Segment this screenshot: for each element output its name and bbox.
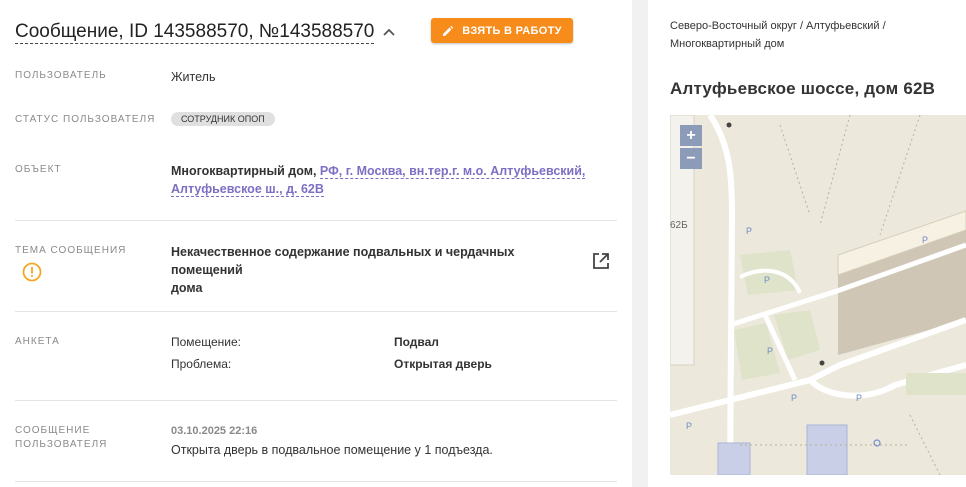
take-to-work-label: ВЗЯТЬ В РАБОТУ bbox=[462, 24, 562, 37]
zoom-out-button[interactable]: − bbox=[680, 148, 702, 169]
survey-value: Подвал bbox=[394, 335, 439, 349]
parking-icon: P bbox=[686, 421, 692, 431]
parking-icon: P bbox=[746, 226, 752, 236]
message-text: Открыта дверь в подвальное помещение у 1… bbox=[171, 443, 493, 457]
object-label: ОБЪЕКТ bbox=[15, 164, 62, 175]
status-badge: СОТРУДНИК ОПОП bbox=[171, 112, 275, 126]
topic-line2: дома bbox=[171, 281, 203, 295]
topic-value: Некачественное содержание подвальных и ч… bbox=[171, 243, 581, 297]
map-canvas[interactable]: P P P P P P P 62Б bbox=[670, 115, 966, 475]
take-to-work-button[interactable]: ВЗЯТЬ В РАБОТУ bbox=[431, 18, 573, 43]
parking-icon: P bbox=[922, 235, 928, 245]
object-side-panel: Северо-Восточный округ / Алтуфьевский / … bbox=[648, 0, 966, 487]
user-value: Житель bbox=[171, 70, 216, 84]
breadcrumb: Северо-Восточный округ / Алтуфьевский / … bbox=[670, 17, 950, 53]
user-label: ПОЛЬЗОВАТЕЛЬ bbox=[15, 70, 107, 81]
message-label-line2: ПОЛЬЗОВАТЕЛЯ bbox=[15, 439, 108, 450]
topic-label: ТЕМА СООБЩЕНИЯ bbox=[15, 245, 127, 256]
separator bbox=[15, 400, 617, 401]
message-panel: Сообщение, ID 143588570, №143588570 ВЗЯТ… bbox=[0, 0, 632, 487]
map-building-label: 62Б bbox=[670, 220, 688, 231]
object-value: Многоквартирный дом, РФ, г. Москва, вн.т… bbox=[171, 162, 591, 198]
message-date: 03.10.2025 22:16 bbox=[171, 425, 258, 437]
survey-label: АНКЕТА bbox=[15, 336, 60, 347]
panel-divider bbox=[632, 0, 648, 487]
external-link-icon[interactable] bbox=[591, 251, 611, 271]
title-row: Сообщение, ID 143588570, №143588570 bbox=[15, 18, 396, 46]
page-title[interactable]: Сообщение, ID 143588570, №143588570 bbox=[15, 21, 375, 44]
object-type: Многоквартирный дом, bbox=[171, 164, 317, 178]
breadcrumb-line1[interactable]: Северо-Восточный округ / Алтуфьевский / bbox=[670, 20, 886, 32]
separator bbox=[15, 311, 617, 312]
message-label-line1: СООБЩЕНИЕ bbox=[15, 425, 91, 436]
object-address-link[interactable]: РФ, г. Москва, вн.тер.г. м.о. Алтуфьевск… bbox=[319, 164, 586, 179]
topic-line1: Некачественное содержание подвальных и ч… bbox=[171, 245, 515, 277]
parking-icon: P bbox=[856, 393, 862, 403]
map-poi-icon bbox=[819, 360, 825, 366]
map-poi-icon bbox=[726, 122, 732, 128]
map[interactable]: P P P P P P P 62Б + − bbox=[670, 115, 966, 475]
status-label: СТАТУС ПОЛЬЗОВАТЕЛЯ bbox=[15, 114, 156, 125]
chevron-up-icon[interactable] bbox=[382, 25, 396, 39]
parking-icon: P bbox=[791, 393, 797, 403]
zoom-in-button[interactable]: + bbox=[680, 125, 702, 146]
survey-key: Помещение: bbox=[171, 335, 241, 349]
survey-key: Проблема: bbox=[171, 357, 232, 371]
separator bbox=[15, 220, 617, 221]
separator bbox=[15, 481, 617, 482]
parking-icon: P bbox=[764, 275, 770, 285]
survey-value: Открытая дверь bbox=[394, 357, 492, 371]
object-address-title: Алтуфьевское шоссе, дом 62В bbox=[670, 79, 936, 98]
breadcrumb-line2[interactable]: Многоквартирный дом bbox=[670, 38, 784, 50]
parking-icon: P bbox=[767, 346, 773, 356]
warning-icon bbox=[22, 262, 42, 282]
message-label: СООБЩЕНИЕ ПОЛЬЗОВАТЕЛЯ bbox=[15, 424, 107, 452]
object-address-link-cont[interactable]: Алтуфьевское ш., д. 62В bbox=[171, 182, 324, 197]
pencil-icon bbox=[443, 25, 454, 36]
